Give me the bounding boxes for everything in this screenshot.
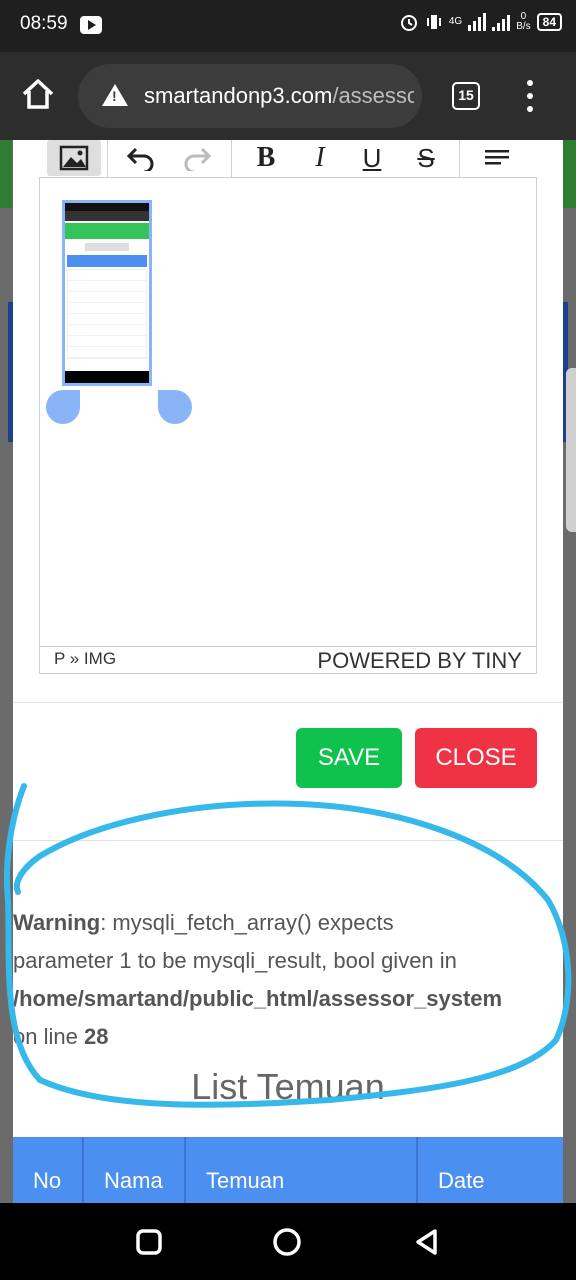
undo-icon bbox=[126, 147, 154, 171]
redo-button[interactable] bbox=[179, 140, 215, 176]
alarm-icon bbox=[400, 15, 417, 31]
status-time: 08:59 bbox=[20, 13, 68, 34]
overflow-menu-icon[interactable] bbox=[520, 78, 540, 114]
warning-icon bbox=[102, 84, 128, 106]
home-nav-icon[interactable] bbox=[272, 1227, 302, 1257]
toolbar-separator bbox=[231, 140, 232, 178]
signal-icon bbox=[468, 13, 487, 31]
warning-message-2: parameter 1 to be mysqli_result, bool gi… bbox=[13, 948, 457, 973]
status-bar: 08:59 4G 0 B/s 84 bbox=[0, 0, 576, 52]
url-text: smartandonp3.com/assesso bbox=[144, 83, 414, 109]
vibrate-icon bbox=[426, 15, 441, 29]
undo-button[interactable] bbox=[123, 140, 159, 176]
recent-apps-icon[interactable] bbox=[134, 1227, 164, 1257]
align-left-icon bbox=[485, 150, 509, 165]
align-left-button[interactable] bbox=[479, 140, 515, 176]
home-icon[interactable] bbox=[20, 76, 56, 112]
element-path[interactable]: P » IMG bbox=[54, 649, 116, 669]
table-header: No Nama Temuan Date bbox=[13, 1137, 563, 1203]
resize-handle-right[interactable] bbox=[158, 390, 192, 424]
column-header-temuan: Temuan bbox=[186, 1137, 418, 1203]
warning-path: /home/smartand/public_html/assessor_syst… bbox=[13, 986, 503, 1011]
footer-divider bbox=[13, 702, 563, 703]
italic-button[interactable]: I bbox=[305, 140, 335, 176]
warning-line-prefix: on line bbox=[13, 1024, 84, 1049]
modal-dialog: B I U S P » IMG POWERED BY TINY SAVE CLO… bbox=[13, 140, 563, 1203]
section-divider bbox=[13, 840, 563, 841]
address-bar[interactable]: smartandonp3.com/assesso bbox=[78, 64, 422, 128]
list-title: List Temuan bbox=[191, 1066, 385, 1107]
column-header-nama: Nama bbox=[84, 1137, 186, 1203]
underline-button[interactable]: U bbox=[357, 140, 387, 176]
toolbar-separator bbox=[459, 140, 460, 178]
signal-2-icon bbox=[492, 13, 511, 31]
warning-label: Warning bbox=[13, 910, 101, 935]
php-warning: Warning: mysqli_fetch_array() expects pa… bbox=[13, 904, 563, 1056]
redo-icon bbox=[184, 147, 212, 171]
browser-toolbar: smartandonp3.com/assesso 15 bbox=[0, 52, 576, 140]
editor-toolbar: B I U S bbox=[39, 140, 537, 178]
network-speed: 0 B/s bbox=[516, 12, 530, 32]
column-header-date: Date bbox=[438, 1168, 485, 1193]
network-speed-unit: B/s bbox=[516, 21, 531, 32]
powered-by-link[interactable]: POWERED BY TINY bbox=[317, 648, 522, 674]
image-icon bbox=[59, 145, 89, 171]
inserted-screenshot-image[interactable] bbox=[62, 200, 152, 386]
page-scrollbar[interactable] bbox=[566, 368, 576, 532]
youtube-notification-icon bbox=[80, 16, 102, 34]
insert-image-button[interactable] bbox=[47, 140, 101, 176]
url-host: smartandonp3.com bbox=[144, 83, 333, 108]
system-navigation-bar bbox=[0, 1203, 576, 1280]
background-header bbox=[0, 140, 12, 208]
tab-switcher-button[interactable]: 15 bbox=[452, 82, 480, 110]
warning-line-number: 28 bbox=[83, 1024, 109, 1049]
status-icons: 4G 0 B/s 84 bbox=[399, 12, 562, 32]
editor-content-area[interactable] bbox=[39, 178, 537, 646]
network-type: 4G bbox=[448, 16, 463, 27]
editor-statusbar: P » IMG POWERED BY TINY bbox=[39, 646, 537, 674]
close-button[interactable]: CLOSE bbox=[415, 728, 537, 788]
warning-message-1: : mysqli_fetch_array() expects bbox=[100, 910, 394, 935]
strikethrough-button[interactable]: S bbox=[411, 140, 441, 176]
back-icon[interactable] bbox=[412, 1227, 442, 1257]
background-header-right bbox=[563, 140, 576, 208]
column-header-no: No bbox=[13, 1137, 84, 1203]
resize-handle-left[interactable] bbox=[46, 390, 80, 424]
toolbar-separator bbox=[107, 140, 108, 178]
save-button[interactable]: SAVE bbox=[296, 728, 402, 788]
url-path: /assesso bbox=[332, 83, 414, 108]
battery-icon: 84 bbox=[536, 13, 562, 31]
bold-button[interactable]: B bbox=[251, 140, 281, 176]
